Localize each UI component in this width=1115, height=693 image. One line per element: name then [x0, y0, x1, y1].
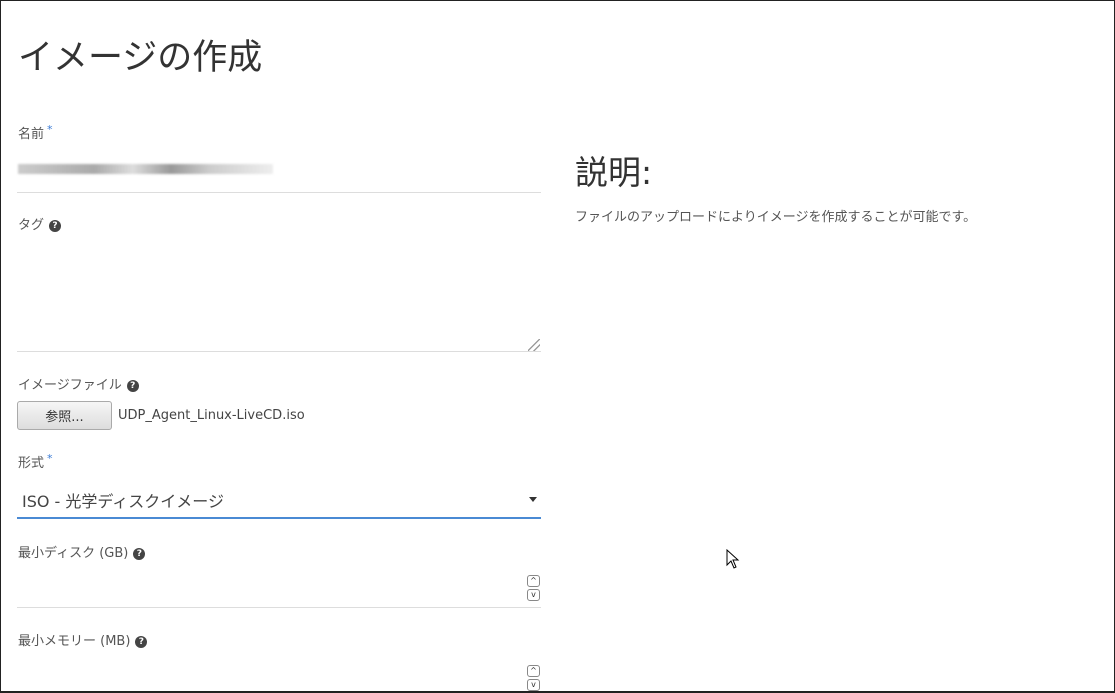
min-disk-label-text: 最小ディスク (GB) [18, 546, 129, 561]
name-input-value-redacted[interactable] [18, 164, 273, 174]
min-disk-underline [17, 607, 541, 608]
page-title: イメージの作成 [18, 38, 263, 78]
image-file-label: イメージファイル? [18, 374, 139, 393]
tags-textarea[interactable] [17, 237, 541, 351]
min-disk-input[interactable] [17, 569, 525, 605]
format-label-text: 形式 [18, 456, 45, 471]
chevron-down-icon [529, 497, 537, 502]
format-select[interactable]: ISO - 光学ディスクイメージ [17, 485, 541, 519]
min-disk-label: 最小ディスク (GB)? [18, 542, 146, 561]
help-icon[interactable]: ? [133, 547, 146, 560]
name-input-underline [17, 192, 541, 193]
description-text: ファイルのアップロードによりイメージを作成することが可能です。 [575, 210, 977, 225]
min-memory-spinner[interactable]: ^ v [527, 665, 540, 691]
resize-handle-icon[interactable] [528, 339, 540, 351]
min-memory-label-text: 最小メモリー (MB) [18, 634, 131, 649]
selected-file-name: UDP_Agent_Linux-LiveCD.iso [118, 408, 305, 423]
spin-up-icon[interactable]: ^ [527, 665, 540, 677]
tags-label: タグ? [18, 214, 62, 233]
description-heading: 説明: [575, 153, 653, 192]
required-marker: * [47, 452, 53, 465]
help-icon[interactable]: ? [135, 635, 148, 648]
required-marker: * [47, 123, 53, 136]
help-icon[interactable]: ? [126, 379, 139, 392]
browse-button[interactable]: 参照... [17, 401, 112, 430]
help-icon[interactable]: ? [49, 219, 62, 232]
spin-down-icon[interactable]: v [527, 679, 540, 691]
format-label: 形式 * [18, 452, 53, 471]
format-selected-value: ISO - 光学ディスクイメージ [22, 492, 224, 511]
min-memory-input[interactable] [17, 656, 525, 691]
mouse-cursor-icon [726, 549, 740, 569]
create-image-dialog: イメージの作成 名前 * タグ? イメージファイル? 参照... UDP_Agen… [0, 0, 1115, 693]
tags-label-text: タグ [18, 218, 45, 233]
min-memory-label: 最小メモリー (MB)? [18, 630, 148, 649]
min-disk-spinner[interactable]: ^ v [527, 575, 540, 603]
spin-down-icon[interactable]: v [527, 589, 540, 601]
name-label: 名前 * [18, 123, 53, 142]
name-label-text: 名前 [18, 127, 45, 142]
spin-up-icon[interactable]: ^ [527, 575, 540, 587]
image-file-label-text: イメージファイル [18, 378, 122, 393]
tags-underline [17, 351, 541, 352]
